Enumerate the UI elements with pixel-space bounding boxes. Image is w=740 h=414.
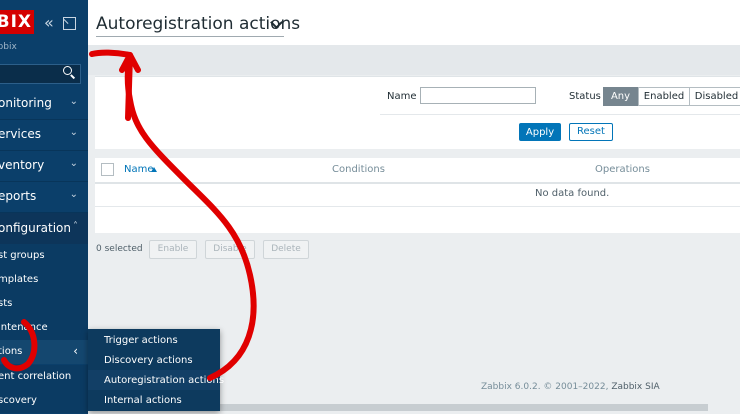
nav-configuration[interactable]: onfiguration ˄ xyxy=(0,213,88,245)
subnav-label: st groups xyxy=(0,250,45,261)
page-header: Autoregistration actions xyxy=(88,0,740,46)
subnav-discovery[interactable]: scovery xyxy=(0,389,88,413)
subnav-maintenance[interactable]: intenance xyxy=(0,316,88,340)
chevron-down-icon: ⌄ xyxy=(69,189,78,200)
subnav-hosts[interactable]: sts xyxy=(0,292,88,316)
subnav-label: tions xyxy=(0,346,23,357)
disable-button[interactable]: Disable xyxy=(205,240,255,259)
flyout-internal-actions[interactable]: Internal actions xyxy=(104,395,182,406)
chevron-left-icon: ‹ xyxy=(73,344,78,358)
chevron-up-icon: ˄ xyxy=(73,221,78,232)
nav-label: ventory xyxy=(0,158,45,172)
filter-name-label: Name xyxy=(387,91,417,102)
subnav-event-correlation[interactable]: ent correlation xyxy=(0,365,88,389)
title-underline xyxy=(96,36,284,37)
delete-button[interactable]: Delete xyxy=(263,240,309,259)
chevron-down-icon: ⌄ xyxy=(69,127,78,138)
chevron-down-icon: ⌄ xyxy=(69,96,78,107)
reset-button[interactable]: Reset xyxy=(569,123,613,141)
horizontal-scrollbar[interactable] xyxy=(220,404,708,411)
nav-label: eports xyxy=(0,189,37,203)
column-header-operations: Operations xyxy=(595,164,650,175)
footer-text: Zabbix 6.0.2. © 2001–2022, xyxy=(481,382,612,392)
subnav-label: ent correlation xyxy=(0,371,72,382)
nav-inventory[interactable]: ventory ⌄ xyxy=(0,150,88,182)
status-any-option[interactable]: Any xyxy=(603,87,638,106)
nav-label: onitoring xyxy=(0,96,52,110)
select-all-checkbox[interactable] xyxy=(101,163,114,176)
filter-divider xyxy=(380,114,740,115)
column-header-name[interactable]: Name xyxy=(124,164,154,175)
subnav-label: mplates xyxy=(0,274,39,285)
nav-label: onfiguration xyxy=(0,221,72,235)
page-title[interactable]: Autoregistration actions xyxy=(96,14,300,34)
empty-table-message: No data found. xyxy=(535,188,610,199)
collapse-sidebar-icon[interactable]: « xyxy=(44,15,54,31)
nav-monitoring[interactable]: onitoring ⌄ xyxy=(0,88,88,120)
filter-status-label: Status xyxy=(569,91,601,102)
nav-label: ervices xyxy=(0,127,41,141)
column-header-conditions: Conditions xyxy=(332,164,385,175)
filter-tab-bar xyxy=(88,45,740,75)
footer: Zabbix 6.0.2. © 2001–2022, Zabbix SIA xyxy=(481,382,660,392)
enable-button[interactable]: Enable xyxy=(149,240,197,259)
subnav-host-groups[interactable]: st groups xyxy=(0,244,88,268)
sort-ascending-icon xyxy=(151,167,157,172)
status-disabled-option[interactable]: Disabled xyxy=(689,87,740,106)
kiosk-mode-icon[interactable] xyxy=(63,17,76,30)
search-icon[interactable] xyxy=(63,66,72,75)
nav-services[interactable]: ervices ⌄ xyxy=(0,119,88,151)
flyout-trigger-actions[interactable]: Trigger actions xyxy=(104,335,178,346)
server-name: abbix xyxy=(0,42,17,52)
actions-flyout-menu: Trigger actions Discovery actions Autore… xyxy=(88,329,224,411)
subnav-label: sts xyxy=(0,298,13,309)
flyout-autoregistration-actions[interactable]: Autoregistration actions xyxy=(104,375,224,386)
flyout-discovery-actions[interactable]: Discovery actions xyxy=(104,355,193,366)
subnav-label: scovery xyxy=(0,395,37,406)
subnav-label: intenance xyxy=(0,322,48,333)
row-divider xyxy=(95,206,740,207)
chevron-down-icon: ⌄ xyxy=(69,158,78,169)
filter-name-input[interactable] xyxy=(420,87,536,104)
nav-reports[interactable]: eports ⌄ xyxy=(0,181,88,213)
zabbix-logo[interactable]: BIX xyxy=(0,10,34,34)
apply-button[interactable]: Apply xyxy=(519,123,561,141)
footer-link[interactable]: Zabbix SIA xyxy=(611,382,659,392)
selected-count: 0 selected xyxy=(96,244,143,254)
subnav-actions[interactable]: tions ‹ xyxy=(0,340,88,364)
sidebar: BIX « abbix onitoring ⌄ ervices ⌄ ventor… xyxy=(0,0,88,414)
status-enabled-option[interactable]: Enabled xyxy=(638,87,690,106)
subnav-templates[interactable]: mplates xyxy=(0,268,88,292)
